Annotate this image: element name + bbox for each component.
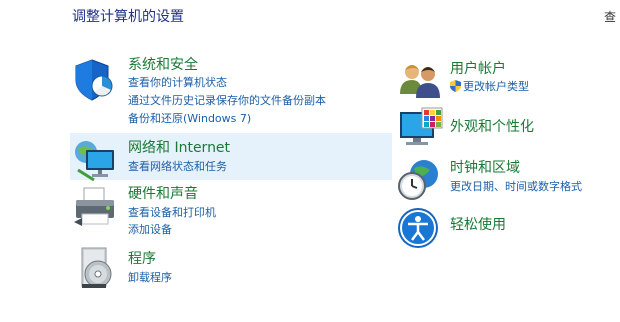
- category-system-security[interactable]: 系统和安全: [128, 54, 198, 74]
- programs-disc-icon[interactable]: [74, 244, 122, 292]
- uac-shield-icon: [450, 80, 461, 92]
- link-view-devices-printers[interactable]: 查看设备和打印机: [128, 204, 216, 220]
- ease-of-access-icon[interactable]: [396, 206, 444, 254]
- security-shield-icon[interactable]: [72, 56, 120, 104]
- link-file-history-backup[interactable]: 通过文件历史记录保存你的文件备份副本: [128, 92, 326, 108]
- category-appearance-personalization[interactable]: 外观和个性化: [450, 116, 534, 136]
- category-ease-of-access[interactable]: 轻松使用: [450, 214, 506, 234]
- link-add-device[interactable]: 添加设备: [128, 221, 172, 237]
- network-globe-icon[interactable]: [72, 136, 120, 184]
- link-view-network-status[interactable]: 查看网络状态和任务: [128, 158, 227, 174]
- category-programs[interactable]: 程序: [128, 248, 156, 268]
- link-change-account-type-label: 更改帐户类型: [463, 80, 529, 93]
- category-network-internet[interactable]: 网络和 Internet: [128, 137, 230, 157]
- printer-icon[interactable]: [72, 184, 120, 232]
- clock-globe-icon[interactable]: [396, 156, 444, 204]
- monitor-palette-icon[interactable]: [396, 106, 444, 154]
- users-icon[interactable]: [396, 56, 444, 104]
- view-by-label[interactable]: 查: [604, 8, 616, 25]
- category-clock-region[interactable]: 时钟和区域: [450, 157, 520, 177]
- link-view-computer-status[interactable]: 查看你的计算机状态: [128, 74, 227, 90]
- link-change-date-time-format[interactable]: 更改日期、时间或数字格式: [450, 178, 582, 194]
- category-hardware-sound[interactable]: 硬件和声音: [128, 183, 198, 203]
- link-change-account-type[interactable]: 更改帐户类型: [450, 78, 529, 94]
- link-backup-restore[interactable]: 备份和还原(Windows 7): [128, 110, 251, 126]
- link-uninstall-program[interactable]: 卸载程序: [128, 269, 172, 285]
- page-title: 调整计算机的设置: [72, 9, 184, 25]
- category-user-accounts[interactable]: 用户帐户: [450, 58, 506, 78]
